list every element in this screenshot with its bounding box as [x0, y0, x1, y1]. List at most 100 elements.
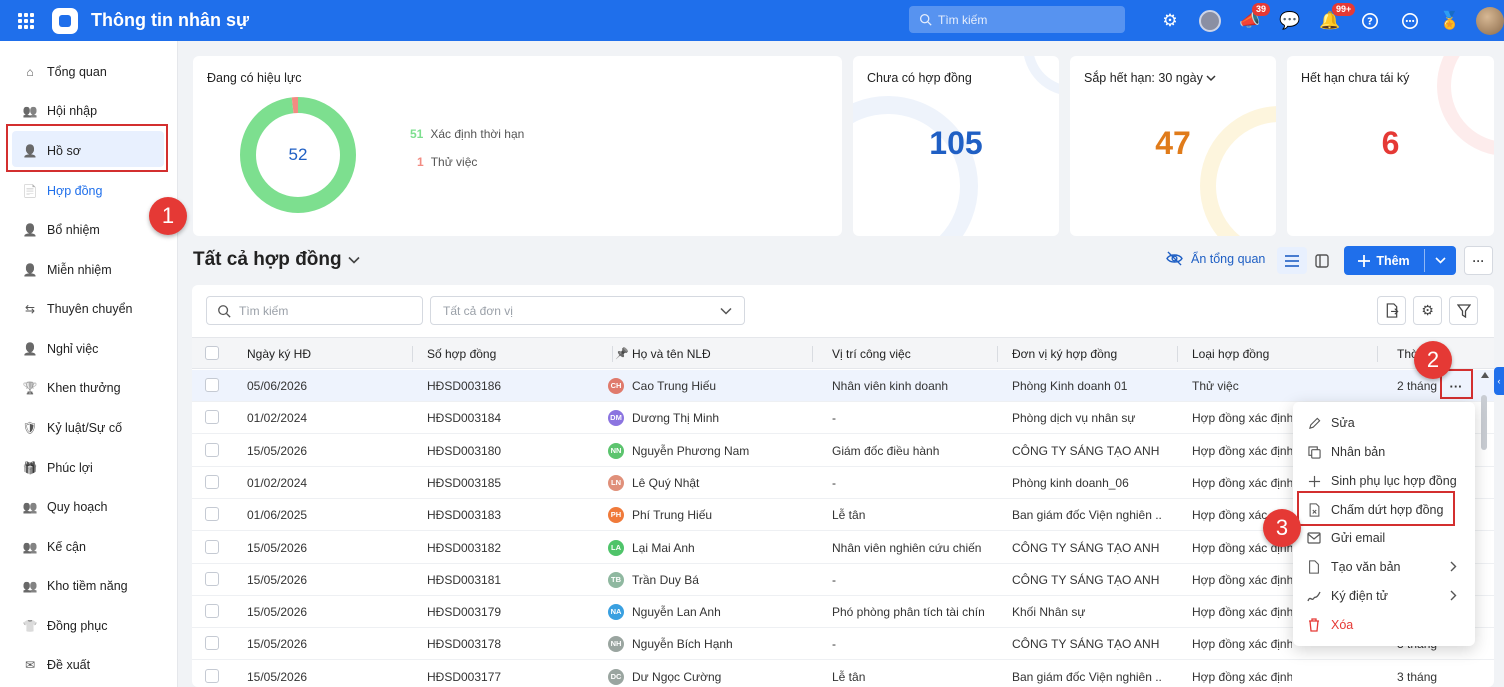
- pencil-icon: [1307, 416, 1321, 430]
- row-checkbox[interactable]: [205, 507, 219, 522]
- chat-icon[interactable]: 💬: [1270, 0, 1310, 41]
- step-marker-2: 2: [1414, 341, 1452, 379]
- row-checkbox[interactable]: [205, 636, 219, 651]
- annotation-highlight-terminate: [1297, 491, 1455, 526]
- filter-button[interactable]: [1449, 296, 1478, 325]
- column-header-0[interactable]: Ngày ký HĐ: [247, 338, 311, 370]
- split-view-button[interactable]: [1309, 247, 1335, 274]
- expiring-period-value: 30 ngày: [1158, 71, 1203, 85]
- global-search-input[interactable]: Tìm kiếm: [909, 6, 1125, 33]
- cell-date: 15/05/2026: [247, 443, 308, 458]
- expiring-label: Sắp hết hạn:: [1084, 71, 1155, 85]
- row-checkbox[interactable]: [205, 474, 219, 489]
- app-grid-icon[interactable]: [18, 12, 34, 29]
- row-checkbox[interactable]: [205, 442, 219, 457]
- row-checkbox[interactable]: [205, 604, 219, 619]
- chevron-right-icon: [1450, 589, 1457, 604]
- contracts-view-select[interactable]: Tất cả hợp đồng: [193, 249, 360, 271]
- menu-item-label: Tạo văn bản: [1331, 560, 1401, 574]
- sidebar-item-11[interactable]: 👥 Quy hoạch: [22, 497, 108, 517]
- more-apps-icon[interactable]: [1390, 0, 1430, 41]
- sidebar-item-15[interactable]: ✉ Đề xuất: [22, 655, 90, 675]
- sidebar-item-label: Miễn nhiệm: [47, 263, 112, 277]
- cell-type: Hợp đồng xác định: [1192, 411, 1292, 426]
- column-header-2[interactable]: Họ và tên NLĐ: [632, 338, 711, 370]
- award-badge-icon[interactable]: 🏅: [1430, 0, 1470, 41]
- user-avatar-icon[interactable]: [1190, 0, 1230, 41]
- export-button[interactable]: [1377, 296, 1406, 325]
- row-checkbox[interactable]: [205, 668, 219, 683]
- sidebar-item-1[interactable]: 👥 Hội nhập: [22, 101, 98, 121]
- table-row[interactable]: 15/05/2026 HĐSD003177 DC Dư Ngọc Cường Lễ tâ…: [192, 661, 1494, 687]
- section-more-button[interactable]: ···: [1464, 246, 1493, 275]
- sidebar-item-5[interactable]: 👤 Miễn nhiệm: [22, 260, 112, 280]
- table-settings-button[interactable]: ⚙: [1413, 296, 1442, 325]
- menu-item-file[interactable]: Tạo văn bản: [1293, 553, 1475, 581]
- sidebar-item-9[interactable]: 🛡 Kỷ luật/Sự cố: [22, 418, 122, 438]
- expiring-period-select[interactable]: 30 ngày: [1158, 71, 1216, 85]
- card-no-contract[interactable]: Chưa có hợp đồng 105: [853, 56, 1059, 236]
- row-checkbox[interactable]: [205, 410, 219, 425]
- sidebar-item-3[interactable]: 📄 Hợp đồng: [22, 181, 103, 201]
- add-options-dropdown[interactable]: [1425, 246, 1456, 275]
- list-view-button[interactable]: [1277, 247, 1307, 274]
- sidebar-item-14[interactable]: 👕 Đồng phục: [22, 616, 108, 636]
- card-no-contract-title: Chưa có hợp đồng: [867, 71, 972, 85]
- sidebar-item-0[interactable]: ⌂ Tổng quan: [22, 62, 106, 82]
- cell-date: 15/05/2026: [247, 572, 308, 587]
- filter-icon: [1456, 303, 1471, 318]
- column-header-1[interactable]: Số hợp đồng: [427, 338, 496, 370]
- column-header-3[interactable]: Vị trí công việc: [832, 338, 911, 370]
- row-checkbox[interactable]: [205, 539, 219, 554]
- unit-filter-select[interactable]: Tất cả đơn vị: [430, 296, 745, 325]
- menu-item-label: Sinh phụ lục hợp đồng: [1331, 474, 1457, 488]
- sidebar-item-13[interactable]: 👥 Kho tiềm năng: [22, 576, 128, 596]
- sidebar-item-7[interactable]: 👤 Nghỉ việc: [22, 339, 99, 359]
- user-profile-avatar[interactable]: [1470, 0, 1504, 41]
- row-checkbox[interactable]: [205, 571, 219, 586]
- card-expired[interactable]: Hết hạn chưa tái ký 6: [1287, 56, 1494, 236]
- select-all-checkbox[interactable]: [205, 346, 219, 360]
- legend-item: 51 Xác định thời hạn: [410, 127, 524, 141]
- sidebar-item-12[interactable]: 👥 Kế cận: [22, 537, 86, 557]
- menu-item-signature[interactable]: Ký điện tử: [1293, 582, 1475, 610]
- table-search-input[interactable]: Tìm kiếm: [206, 296, 423, 325]
- cell-number: HĐSD003185: [427, 475, 502, 490]
- hide-overview-button[interactable]: Ẩn tổng quan: [1166, 251, 1265, 266]
- cell-date: 05/06/2026: [247, 379, 308, 393]
- table-row[interactable]: 05/06/2026 HĐSD003186 CH Cao Trung Hiếu Nhân…: [192, 370, 1494, 402]
- step-marker-1: 1: [149, 197, 187, 235]
- sidebar-item-6[interactable]: ⇆ Thuyên chuyển: [22, 299, 133, 319]
- help-icon[interactable]: ?: [1350, 0, 1390, 41]
- chevron-down-icon: [1206, 75, 1216, 82]
- sidebar-item-10[interactable]: 🎁 Phúc lợi: [22, 458, 93, 478]
- table-search-placeholder: Tìm kiếm: [239, 303, 289, 318]
- cell-number: HĐSD003184: [427, 411, 502, 426]
- menu-item-trash[interactable]: Xóa: [1293, 611, 1475, 639]
- card-expiring[interactable]: Sắp hết hạn: 30 ngày 47: [1070, 56, 1276, 236]
- column-separator: [412, 346, 413, 362]
- sidebar-item-8[interactable]: 🏆 Khen thưởng: [22, 378, 121, 398]
- chevron-right-icon: [1450, 560, 1457, 575]
- column-header-5[interactable]: Loại hợp đồng: [1192, 338, 1269, 370]
- pin-icon[interactable]: 📌: [615, 338, 629, 370]
- award-icon: 🏆: [22, 381, 38, 395]
- app-title: Thông tin nhân sự: [91, 10, 250, 30]
- cell-unit: Phòng Kinh doanh 01: [1012, 379, 1128, 393]
- bell-icon[interactable]: 🔔 99+: [1310, 0, 1356, 41]
- megaphone-icon[interactable]: 📣 39: [1230, 0, 1271, 41]
- menu-item-mail[interactable]: Gửi email: [1293, 524, 1475, 552]
- copy-icon: [1307, 445, 1321, 459]
- settings-icon[interactable]: ⚙: [1150, 0, 1190, 41]
- menu-item-copy[interactable]: Nhân bản: [1293, 438, 1475, 466]
- menu-item-pencil[interactable]: Sửa: [1293, 409, 1475, 437]
- annotation-highlight-contract-nav: [6, 124, 168, 172]
- row-checkbox[interactable]: [205, 378, 219, 392]
- cell-number: HĐSD003182: [427, 540, 502, 555]
- scroll-up-arrow[interactable]: [1481, 372, 1489, 378]
- add-contract-button[interactable]: Thêm: [1344, 246, 1424, 275]
- vertical-scrollbar-thumb[interactable]: [1481, 395, 1487, 450]
- collapse-panel-tab[interactable]: ‹: [1494, 367, 1504, 395]
- sidebar-item-4[interactable]: 👤 Bổ nhiệm: [22, 220, 100, 240]
- column-header-4[interactable]: Đơn vị ký hợp đồng: [1012, 338, 1117, 370]
